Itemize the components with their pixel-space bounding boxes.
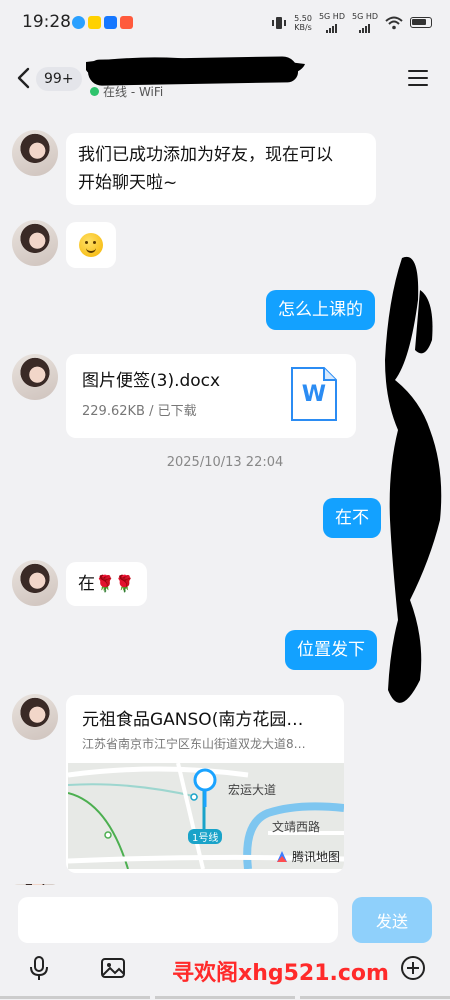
map-brand: 腾讯地图 [275, 848, 340, 865]
rose-emoji-icon: 🌹 [114, 574, 135, 593]
outgoing-message-bubble[interactable]: 怎么上课的 [266, 290, 375, 330]
signal-bars-icon [359, 21, 371, 33]
rose-emoji-icon: 🌹 [95, 574, 115, 593]
contact-avatar[interactable] [12, 354, 58, 400]
map-pin-icon [193, 768, 217, 807]
location-title: 元祖食品GANSO(南方花园… [82, 710, 304, 730]
sim2-label: 5G HD [351, 12, 378, 21]
sim1-signal: 5G HD [319, 12, 345, 33]
file-meta: 229.62KB / 已下载 [82, 404, 197, 419]
online-status-text: 在线 - WiFi [103, 85, 164, 99]
shopping-app-icon [120, 16, 133, 29]
unread-count-badge[interactable]: 99+ [36, 67, 82, 91]
tencent-map-logo-icon [276, 850, 287, 862]
vibrate-icon [272, 16, 287, 29]
signal-bars-icon [326, 21, 338, 33]
word-icon-letter: W [301, 382, 326, 407]
message-text: 位置发下 [297, 640, 365, 660]
net-speed-value: 5.50 [294, 13, 312, 23]
status-bar: 19:28 5.50 KB/s 5G HD 5G HD [0, 0, 450, 46]
sim2-signal: 5G HD [352, 12, 378, 33]
message-text: 怎么上课的 [278, 300, 363, 320]
nav-gesture-bar [0, 996, 150, 999]
chat-header: 99+ 4 在线 - WiFi [0, 46, 450, 106]
menu-icon[interactable] [408, 70, 428, 86]
sim1-label: 5G HD [318, 12, 345, 21]
nav-gesture-bar [155, 996, 295, 999]
browser-app-icon [72, 16, 85, 29]
meituan-app-icon [88, 16, 101, 29]
contact-avatar[interactable] [12, 220, 58, 266]
microphone-icon[interactable] [26, 955, 52, 981]
online-status-dot [90, 87, 99, 96]
file-name: 图片便签(3).docx [82, 371, 221, 391]
map-road-label: 文靖西路 [272, 820, 321, 834]
image-icon[interactable] [100, 955, 126, 981]
wifi-icon [385, 16, 403, 29]
site-watermark: 寻欢阁xhg521.com [172, 961, 389, 986]
network-speed: 5.50 KB/s [294, 14, 312, 32]
map-road-label: 宏运大道 [228, 783, 277, 797]
message-timestamp: 2025/10/13 22:04 [166, 455, 284, 470]
map-brand-text: 腾讯地图 [291, 850, 340, 864]
alipay-app-icon [104, 16, 117, 29]
status-indicators: 5.50 KB/s 5G HD 5G HD [271, 12, 432, 33]
battery-icon [410, 17, 432, 28]
message-input[interactable] [18, 897, 338, 943]
location-message-card[interactable]: 元祖食品GANSO(南方花园… 江苏省南京市江宁区东山街道双龙大道8… 宏运大道… [66, 695, 344, 873]
outgoing-message-bubble[interactable]: 位置发下 [285, 630, 377, 670]
message-text-line: 我们已成功添加为好友，现在可以 [78, 145, 333, 165]
status-time: 19:28 [22, 12, 71, 32]
contact-avatar[interactable] [12, 694, 58, 740]
composer-area: 发送 寻欢阁xhg521.com [0, 885, 450, 1000]
send-button[interactable]: 发送 [352, 897, 432, 943]
smile-emoji-icon [79, 233, 103, 257]
file-message-card[interactable]: 图片便签(3).docx 229.62KB / 已下载 W [66, 354, 356, 438]
location-address: 江苏省南京市江宁区东山街道双龙大道8… [82, 737, 306, 751]
nav-gesture-bar [300, 996, 450, 999]
message-text: 在不 [335, 508, 369, 528]
incoming-message-bubble[interactable]: 我们已成功添加为好友，现在可以 开始聊天啦~ [66, 133, 376, 205]
net-speed-unit: KB/s [294, 22, 312, 32]
incoming-message-bubble[interactable]: 在🌹🌹 [66, 562, 147, 606]
location-map[interactable]: 宏运大道 文靖西路 1号线 腾讯地图 [68, 763, 344, 869]
back-arrow-icon[interactable] [14, 66, 34, 90]
add-icon[interactable] [400, 955, 426, 981]
contact-name: 4 [87, 56, 299, 86]
outgoing-message-bubble[interactable]: 在不 [323, 498, 381, 538]
contact-avatar[interactable] [12, 560, 58, 606]
notification-icons [72, 16, 133, 29]
incoming-emoji-bubble[interactable] [66, 222, 116, 268]
message-text-line: 开始聊天啦~ [78, 173, 178, 193]
map-metro-label: 1号线 [188, 829, 223, 844]
message-text: 在 [78, 574, 95, 594]
contact-avatar[interactable] [12, 130, 58, 176]
